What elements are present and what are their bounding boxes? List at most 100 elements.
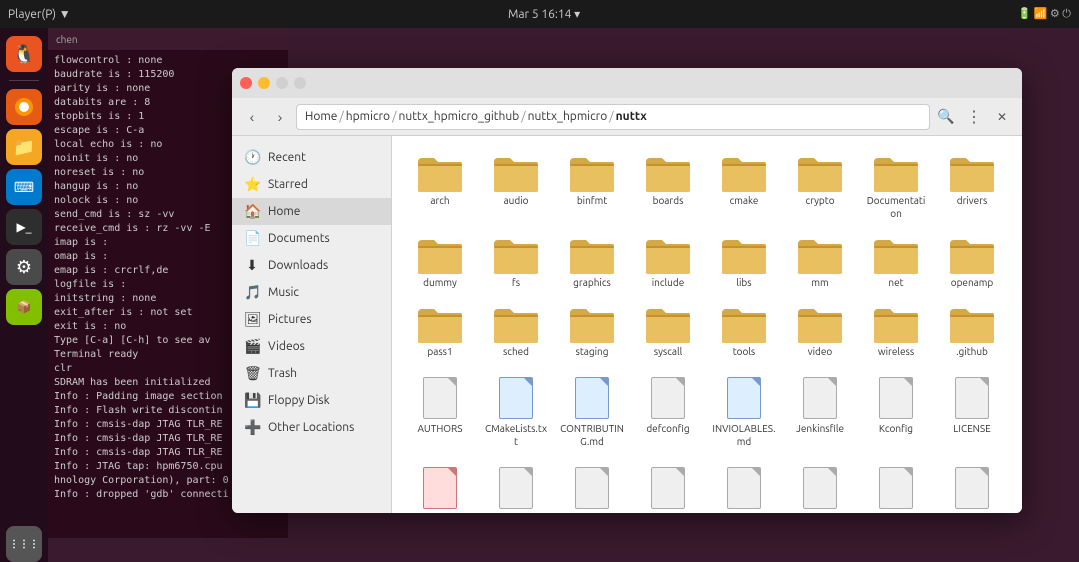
- fm-minimize-button[interactable]: [258, 77, 270, 89]
- file-item-openamp[interactable]: openamp: [936, 230, 1008, 295]
- folder-icon: [720, 305, 768, 345]
- file-item-pass1[interactable]: pass1: [404, 299, 476, 364]
- fm-titlebar: [232, 68, 1022, 98]
- file-item-Jenkinsfile[interactable]: Jenkinsfile: [784, 368, 856, 454]
- file-item-Makedefs[interactable]: Makedefs: [404, 458, 476, 513]
- file-item-video[interactable]: video: [784, 299, 856, 364]
- sidebar-item-videos[interactable]: 🎬 Videos: [232, 333, 391, 360]
- file-item-AUTHORS[interactable]: AUTHORS: [404, 368, 476, 454]
- dock-icon-apps[interactable]: ⋮⋮⋮: [6, 526, 42, 562]
- file-item-nuttx[interactable]: nuttx: [632, 458, 704, 513]
- file-icon: [496, 374, 536, 422]
- file-item-net[interactable]: net: [860, 230, 932, 295]
- dock-icon-terminal[interactable]: ▶_: [6, 209, 42, 245]
- file-label: wireless: [878, 345, 914, 358]
- file-label: tools: [733, 345, 756, 358]
- file-label: fs: [512, 276, 520, 289]
- file-item-nuttx-bin[interactable]: nuttx.bin: [708, 458, 780, 513]
- file-item-mm[interactable]: mm: [784, 230, 856, 295]
- file-item-nuttx-hex[interactable]: nuttx.hex: [784, 458, 856, 513]
- file-item-fs[interactable]: fs: [480, 230, 552, 295]
- sidebar-item-starred[interactable]: ⭐ Starred: [232, 171, 391, 198]
- file-label: .github: [956, 345, 988, 358]
- fm-back-button[interactable]: ‹: [240, 105, 264, 129]
- dock-icon-settings[interactable]: ⚙: [6, 249, 42, 285]
- bc-home[interactable]: Home: [305, 110, 337, 123]
- fm-content[interactable]: arch audio binfmt boards cmake crypto: [392, 136, 1022, 513]
- sidebar-item-trash[interactable]: 🗑 Trash: [232, 360, 391, 387]
- file-item-Kconfig[interactable]: Kconfig: [860, 368, 932, 454]
- file-icon: [952, 374, 992, 422]
- file-icon: [724, 374, 764, 422]
- file-item-CMakeLists-txt[interactable]: CMakeLists.txt: [480, 368, 552, 454]
- dock-icon-files[interactable]: 📁: [6, 129, 42, 165]
- file-item-Makefile[interactable]: Makefile: [480, 458, 552, 513]
- file-item-staging[interactable]: staging: [556, 299, 628, 364]
- file-item-cmake[interactable]: cmake: [708, 148, 780, 226]
- sidebar-label-recent: Recent: [268, 151, 306, 164]
- file-item-Documentation[interactable]: Documentation: [860, 148, 932, 226]
- fm-close-button[interactable]: [240, 77, 252, 89]
- fm-forward-button[interactable]: ›: [268, 105, 292, 129]
- dock-icon-ubuntu[interactable]: 🐧: [6, 36, 42, 72]
- sidebar-item-pictures[interactable]: 🖼 Pictures: [232, 306, 391, 333]
- file-item-wireless[interactable]: wireless: [860, 299, 932, 364]
- sidebar-item-music[interactable]: 🎵 Music: [232, 279, 391, 306]
- sidebar-item-home[interactable]: 🏠 Home: [232, 198, 391, 225]
- file-label: CMakeLists.txt: [484, 422, 548, 448]
- file-label: mm: [811, 276, 828, 289]
- fm-menu-button[interactable]: ⋮: [962, 105, 986, 129]
- file-item-binfmt[interactable]: binfmt: [556, 148, 628, 226]
- sidebar-item-recent[interactable]: 🕐 Recent: [232, 144, 391, 171]
- file-item-dummy[interactable]: dummy: [404, 230, 476, 295]
- file-label: crypto: [805, 194, 834, 207]
- sidebar-label-other: Other Locations: [268, 421, 354, 434]
- sidebar-item-downloads[interactable]: ⬇ Downloads: [232, 252, 391, 279]
- file-item-NOTICE[interactable]: NOTICE: [556, 458, 628, 513]
- file-item-crypto[interactable]: crypto: [784, 148, 856, 226]
- bc-nuttx-hpmicro[interactable]: nuttx_hpmicro: [528, 110, 608, 123]
- file-item--github[interactable]: .github: [936, 299, 1008, 364]
- sidebar-item-other[interactable]: ➕ Other Locations: [232, 414, 391, 441]
- top-bar-left: Player(P) ▼: [8, 7, 71, 21]
- fm-breadcrumb[interactable]: Home / hpmicro / nuttx_hpmicro_github / …: [296, 104, 930, 130]
- folder-icon: [872, 305, 920, 345]
- fm-search-button[interactable]: 🔍: [934, 105, 958, 129]
- sidebar-icon-trash: 🗑: [244, 365, 260, 382]
- file-item-LICENSE[interactable]: LICENSE: [936, 368, 1008, 454]
- dock-icon-vscode[interactable]: ⌨: [6, 169, 42, 205]
- file-label: cmake: [730, 194, 759, 207]
- file-item-syscall[interactable]: syscall: [632, 299, 704, 364]
- sidebar-item-floppy[interactable]: 💾 Floppy Disk: [232, 387, 391, 414]
- folder-icon: [644, 236, 692, 276]
- folder-icon: [644, 305, 692, 345]
- dock-icon-snap[interactable]: 📦: [6, 289, 42, 325]
- bc-hpmicro[interactable]: hpmicro: [346, 110, 390, 123]
- file-item-tools[interactable]: tools: [708, 299, 780, 364]
- file-item-INVIOLABLES-md[interactable]: INVIOLABLES.md: [708, 368, 780, 454]
- sidebar-item-documents[interactable]: 📄 Documents: [232, 225, 391, 252]
- file-item-graphics[interactable]: graphics: [556, 230, 628, 295]
- dock-icon-firefox[interactable]: [6, 89, 42, 125]
- file-item-drivers[interactable]: drivers: [936, 148, 1008, 226]
- file-item-audio[interactable]: audio: [480, 148, 552, 226]
- file-item-arch[interactable]: arch: [404, 148, 476, 226]
- file-item-CONTRIBUTING-md[interactable]: CONTRIBUTING.md: [556, 368, 628, 454]
- file-label: nuttx.hex: [798, 512, 841, 513]
- bc-github[interactable]: nuttx_hpmicro_github: [399, 110, 520, 123]
- bc-current[interactable]: nuttx: [616, 110, 647, 123]
- file-item-sched[interactable]: sched: [480, 299, 552, 364]
- file-icon: [800, 464, 840, 512]
- file-item-libs[interactable]: libs: [708, 230, 780, 295]
- top-bar-right: 🔋 📶 ⚙ ⏻: [1017, 7, 1071, 21]
- player-label[interactable]: Player(P) ▼: [8, 7, 71, 21]
- file-item-nuttx-map[interactable]: nuttx.map: [936, 458, 1008, 513]
- file-item-include[interactable]: include: [632, 230, 704, 295]
- file-item-boards[interactable]: boards: [632, 148, 704, 226]
- fm-maximize-button[interactable]: [276, 77, 288, 89]
- file-item-defconfig[interactable]: defconfig: [632, 368, 704, 454]
- fm-close-window-button[interactable]: ✕: [990, 105, 1014, 129]
- dock: 🐧 📁 ⌨ ▶_ ⚙ 📦 ⋮⋮⋮: [0, 28, 48, 562]
- file-icon: [496, 464, 536, 512]
- file-item-nuttx-manifest[interactable]: nuttx.manifest: [860, 458, 932, 513]
